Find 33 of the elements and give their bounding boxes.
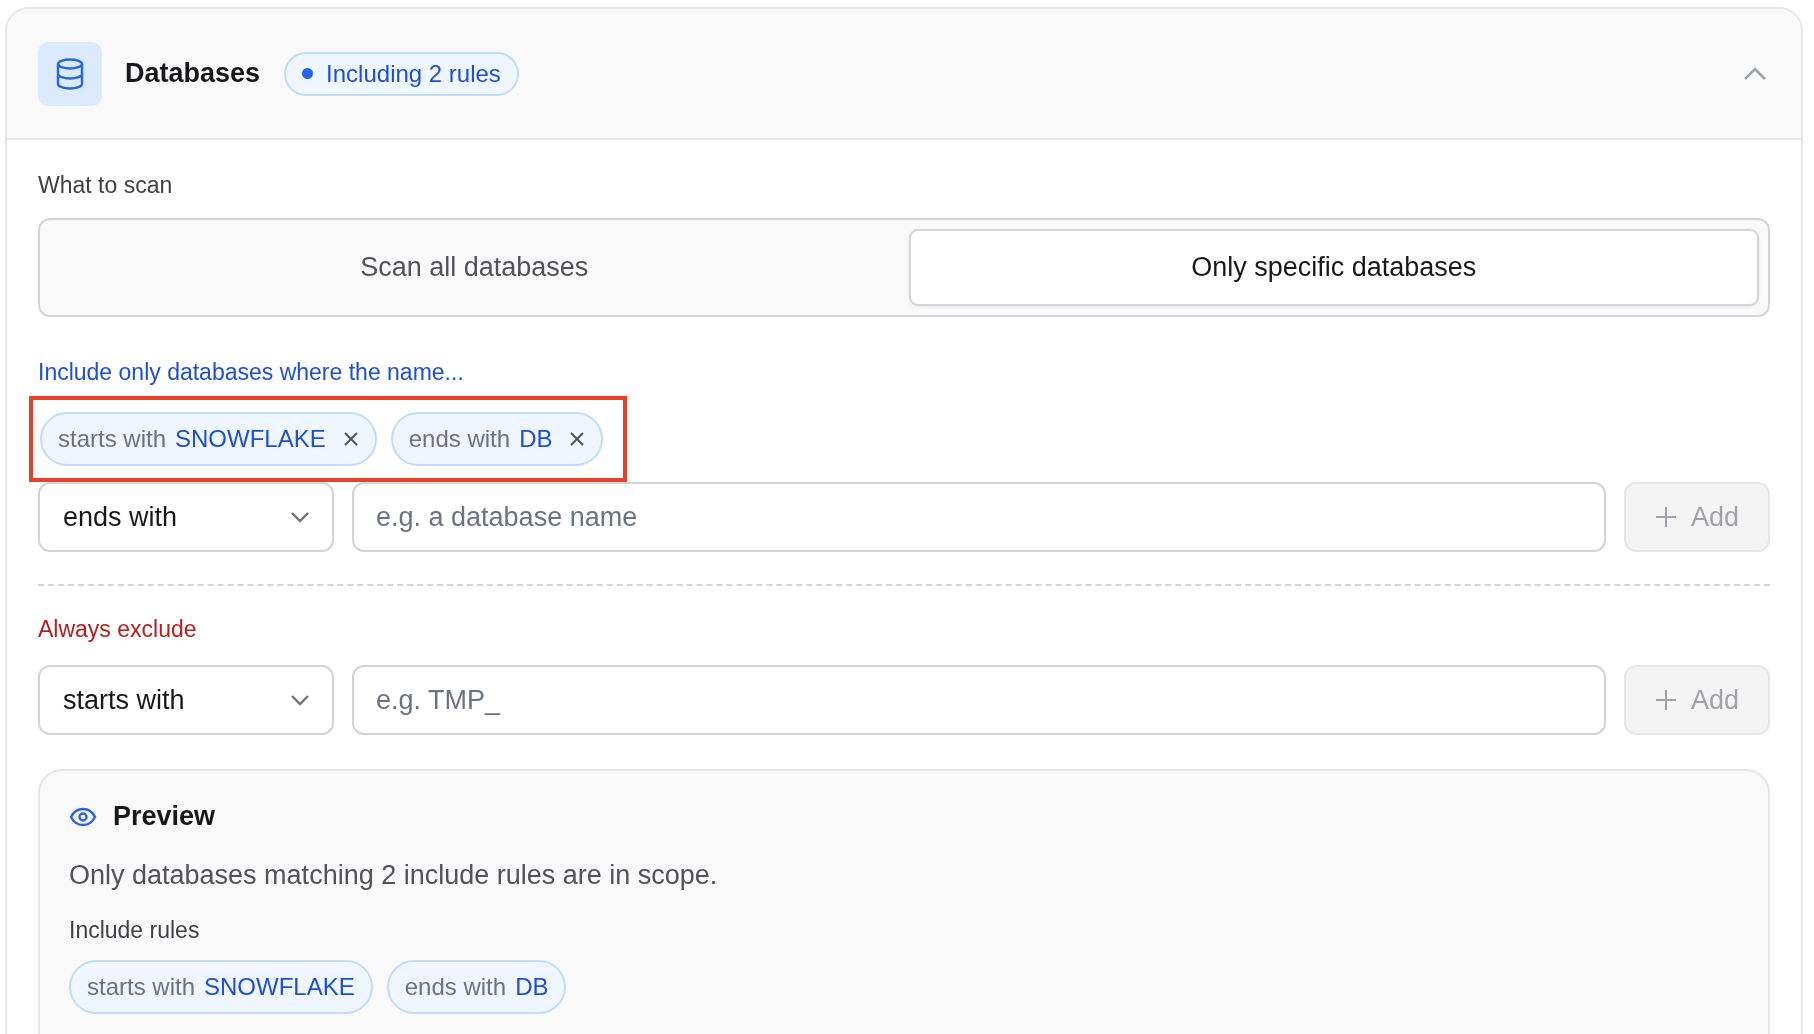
operator-dropdown[interactable]: starts with (38, 665, 334, 735)
close-icon (569, 431, 586, 447)
include-label: Include only databases where the name... (38, 359, 465, 386)
operator-dropdown[interactable]: ends with (38, 482, 334, 552)
preview-title: Preview (113, 801, 216, 832)
eye-icon (69, 806, 97, 827)
rule-value: DB (515, 973, 549, 1001)
input-field[interactable]: e.g. a database name (352, 482, 1606, 552)
input-field[interactable]: e.g. TMP_ (352, 665, 1606, 735)
exclude-label: Always exclude (38, 616, 198, 643)
chevron-down-icon (290, 694, 310, 706)
rule-value: SNOWFLAKE (175, 425, 326, 453)
scan-option[interactable]: Scan all databases (49, 229, 900, 306)
section-title: Databases (125, 58, 261, 89)
include-rules-label: Include rules (69, 917, 201, 944)
rules-badge: Including 2 rules (284, 51, 519, 96)
rule-operator: ends with (404, 973, 507, 1001)
remove-button[interactable] (569, 431, 586, 447)
section-header[interactable]: Databases Including 2 rules (7, 9, 1801, 140)
plus-icon (1654, 689, 1677, 711)
scan-option[interactable]: Only specific databases (908, 229, 1759, 306)
rule-operator: starts with (58, 425, 167, 453)
rule-value: SNOWFLAKE (204, 973, 355, 1001)
database-icon (55, 57, 85, 90)
rule-value: DB (519, 425, 553, 453)
rule-operator: ends with (408, 425, 511, 453)
chevron-down-icon (290, 511, 310, 523)
close-icon (342, 431, 359, 447)
rule-operator: starts with (87, 973, 196, 1001)
preview-summary: Only databases matching 2 include rules are in scope. (69, 860, 719, 891)
plus-icon (1654, 506, 1677, 528)
scan-label: What to scan (38, 172, 174, 199)
remove-button[interactable] (342, 431, 359, 447)
